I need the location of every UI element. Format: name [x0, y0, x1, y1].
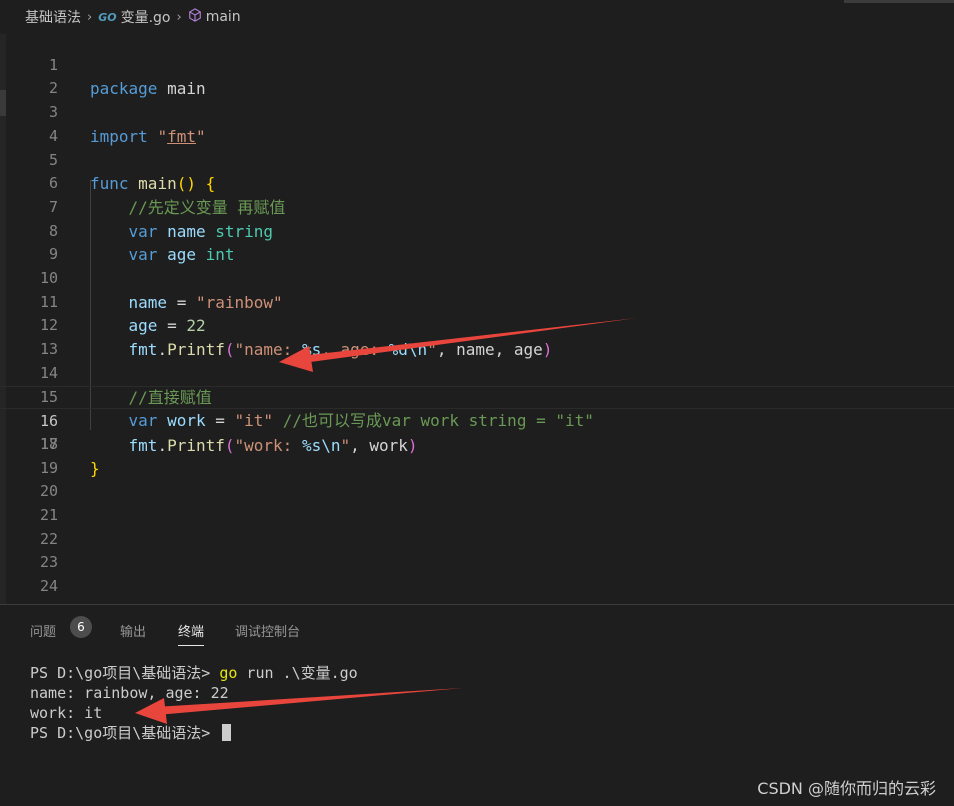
- code-line[interactable]: 17 }: [0, 409, 954, 478]
- code-line[interactable]: 5 func main() {: [0, 125, 954, 194]
- breadcrumb-symbol[interactable]: main: [206, 9, 241, 25]
- code-line[interactable]: 20: [0, 480, 954, 504]
- tab-problems[interactable]: 问题: [30, 621, 56, 640]
- tab-output[interactable]: 输出: [120, 621, 146, 640]
- terminal-prompt: PS D:\go项目\基础语法>: [30, 664, 220, 682]
- terminal-output[interactable]: PS D:\go项目\基础语法> go run .\变量.go name: ra…: [30, 663, 358, 743]
- chevron-right-icon: ›: [176, 9, 182, 25]
- code-line[interactable]: 3 import "fmt": [0, 77, 954, 146]
- line-number: 23: [39, 553, 58, 572]
- code-line[interactable]: 8 var age int: [0, 196, 954, 265]
- code-line[interactable]: 15 var work = "it" //也可以写成var work strin…: [0, 362, 954, 431]
- problems-count-badge: 6: [70, 616, 92, 638]
- code-line[interactable]: 22: [0, 528, 954, 552]
- terminal-line: name: rainbow, age: 22: [30, 684, 229, 702]
- code-line[interactable]: 21: [0, 504, 954, 528]
- line-number: 22: [39, 529, 58, 548]
- code-line[interactable]: 14 //直接赋值: [0, 338, 954, 407]
- code-line[interactable]: 2: [0, 54, 954, 97]
- tab-terminal[interactable]: 终端: [178, 621, 205, 646]
- terminal-command-args: run .\变量.go: [237, 664, 358, 682]
- code-line[interactable]: 23: [0, 551, 954, 575]
- terminal-cursor: [222, 724, 232, 741]
- code-line[interactable]: 24: [0, 575, 954, 599]
- terminal-prompt: PS D:\go项目\基础语法>: [30, 724, 220, 742]
- line-number: 20: [39, 482, 58, 501]
- code-line[interactable]: 7 var name string: [0, 172, 954, 241]
- terminal-command: go: [219, 664, 238, 682]
- terminal-line: work: it: [30, 704, 103, 722]
- code-editor[interactable]: 1 package main 2 3 import "fmt" 4 5 func…: [0, 30, 954, 604]
- panel-tabs: 问题 6 输出 终端 调试控制台: [0, 605, 954, 651]
- code-line[interactable]: 10 name = "rainbow": [0, 243, 954, 312]
- breadcrumb-file[interactable]: 变量.go: [121, 7, 171, 27]
- terminal-line: PS D:\go项目\基础语法> go run .\变量.go: [30, 663, 358, 683]
- code-line[interactable]: 12 fmt.Printf("name: %s, age: %d\n", nam…: [0, 291, 954, 359]
- tab-debug-console[interactable]: 调试控制台: [235, 621, 300, 640]
- line-number: 18: [39, 434, 58, 453]
- terminal-line: PS D:\go项目\基础语法>: [30, 723, 358, 743]
- code-line[interactable]: 11 age = 22: [0, 267, 954, 336]
- line-number: 21: [39, 506, 58, 524]
- code-line[interactable]: 4: [0, 101, 954, 145]
- code-line-current[interactable]: 16 fmt.Printf("work: %s\n", work): [0, 385, 954, 455]
- line-number: 19: [39, 458, 58, 477]
- code-line[interactable]: 9: [0, 220, 954, 263]
- line-number: 24: [39, 577, 58, 596]
- code-line[interactable]: 1 package main: [0, 30, 954, 99]
- breadcrumb: 基础语法 › GO 变量.go › main: [0, 0, 954, 34]
- title-bar-edge: [844, 0, 954, 3]
- code-line[interactable]: 6 //先定义变量 再赋值: [0, 149, 954, 217]
- go-file-icon: GO: [98, 10, 117, 24]
- chevron-right-icon: ›: [87, 9, 93, 25]
- watermark: CSDN @随你而归的云彩: [757, 779, 936, 798]
- symbol-method-icon: [188, 8, 202, 26]
- code-line[interactable]: 18: [0, 433, 954, 457]
- code-line[interactable]: 19: [0, 457, 954, 481]
- code-line[interactable]: 13: [0, 314, 954, 358]
- breadcrumb-folder[interactable]: 基础语法: [25, 7, 81, 27]
